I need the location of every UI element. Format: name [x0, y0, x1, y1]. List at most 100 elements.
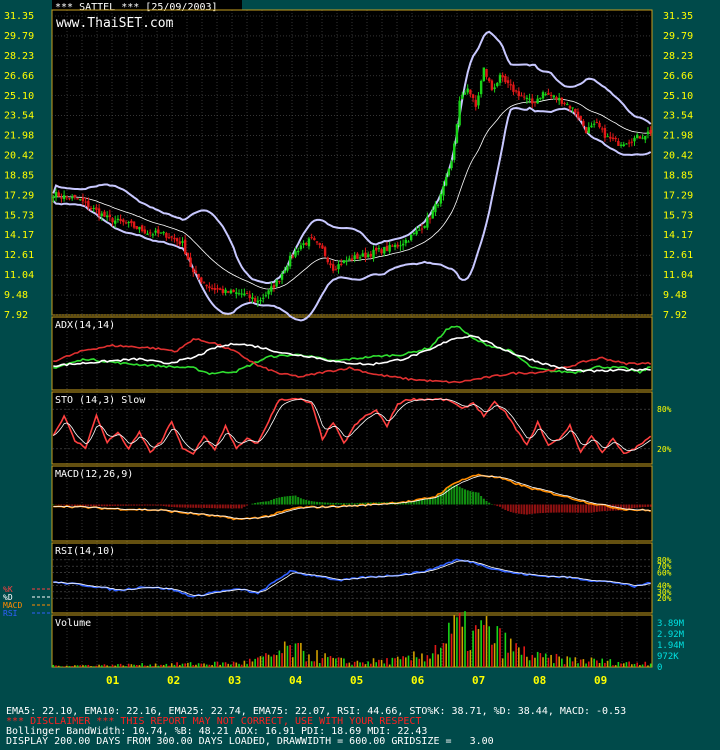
volume-bar: [480, 620, 482, 667]
candle-body: [235, 292, 238, 294]
candle-body: [251, 297, 254, 300]
volume-bar: [114, 665, 117, 667]
volume-bar: [375, 662, 378, 667]
volume-bar: [259, 656, 262, 667]
candle-body: [539, 97, 542, 99]
volume-bar: [531, 654, 534, 667]
candle-body: [377, 248, 381, 250]
price-tick-left: 29.79: [4, 31, 34, 42]
volume-bar: [232, 661, 235, 667]
candle-body: [415, 230, 418, 235]
volume-bar: [491, 644, 493, 667]
volume-bar: [625, 662, 628, 667]
candle-body: [302, 243, 305, 245]
volume-bar: [98, 664, 100, 667]
candle-body: [479, 80, 483, 95]
price-tick-right: 25.10: [663, 91, 693, 102]
volume-bar: [335, 658, 337, 667]
volume-bar: [359, 662, 361, 667]
macd-histogram-bar: [254, 503, 257, 505]
volume-title: Volume: [55, 618, 91, 629]
volume-bar: [579, 659, 582, 667]
macd-histogram-bar: [272, 498, 275, 505]
volume-bar: [213, 661, 216, 667]
candle-body: [154, 230, 157, 233]
candle-body: [157, 229, 160, 234]
volume-bar: [402, 656, 404, 667]
volume-bar: [512, 651, 515, 667]
candle-body: [380, 249, 383, 254]
volume-bar: [555, 653, 558, 667]
tick-rsi: 20%: [657, 594, 672, 603]
candle-body: [270, 286, 273, 292]
macd-histogram-bar: [482, 498, 485, 505]
volume-bar: [418, 658, 421, 667]
macd-histogram-bar: [633, 504, 636, 508]
volume-bar: [222, 662, 224, 667]
macd-histogram-bar: [297, 497, 300, 505]
candle-body: [62, 195, 66, 200]
macd-histogram-bar: [539, 504, 542, 514]
volume-bar: [596, 660, 598, 667]
volume-bar: [100, 665, 103, 667]
candle-body: [259, 299, 262, 301]
candle-body: [331, 264, 335, 271]
candle-body: [544, 94, 547, 96]
candle-body: [165, 233, 168, 238]
volume-tick: 0: [657, 663, 662, 673]
candle-body: [124, 222, 128, 224]
macd-histogram-bar: [334, 503, 337, 505]
candle-body: [294, 251, 297, 257]
macd-histogram-bar: [194, 504, 197, 508]
volume-bar: [644, 661, 647, 667]
price-tick-left: 14.17: [4, 230, 34, 241]
macd-histogram-bar: [646, 504, 649, 507]
volume-bar: [361, 662, 364, 667]
macd-histogram-bar: [523, 504, 526, 515]
volume-tick: 2.92M: [657, 630, 685, 640]
candle-body: [501, 75, 504, 78]
candle-body: [385, 245, 389, 251]
volume-bar: [195, 664, 197, 667]
macd-histogram-bar: [291, 495, 294, 505]
candle-body: [275, 279, 278, 287]
volume-bar: [119, 663, 122, 667]
macd-histogram-bar: [251, 503, 254, 505]
volume-bar: [106, 665, 108, 667]
volume-bar: [434, 645, 437, 667]
candle-body: [514, 90, 518, 92]
candle-body: [245, 293, 249, 295]
macd-histogram-bar: [571, 504, 574, 513]
volume-bar: [297, 642, 299, 667]
candle-body: [407, 241, 410, 243]
candle-body: [450, 161, 453, 169]
volume-bar: [157, 665, 160, 667]
macd-histogram-bar: [124, 504, 127, 506]
macd-histogram-bar: [52, 504, 55, 505]
price-tick-left: 11.04: [4, 270, 34, 281]
candle-body: [224, 289, 227, 293]
candle-body: [442, 185, 445, 196]
candle-body: [601, 128, 604, 130]
volume-bar: [353, 661, 356, 667]
volume-bar: [647, 665, 649, 667]
volume-bar: [162, 665, 165, 667]
volume-bar: [388, 664, 391, 667]
volume-bar: [372, 658, 375, 667]
volume-bar: [68, 666, 71, 667]
candle-body: [404, 239, 408, 244]
volume-bar: [609, 659, 612, 667]
candle-body: [342, 260, 346, 264]
macd-histogram-bar: [453, 485, 456, 505]
candle-body: [248, 294, 251, 299]
volume-bar: [442, 643, 445, 667]
candle-body: [216, 288, 219, 290]
candle-body: [345, 260, 348, 262]
volume-bar: [633, 663, 636, 667]
price-tick-right: 28.23: [663, 51, 693, 62]
macd-histogram-bar: [504, 504, 507, 510]
candle-body: [127, 222, 130, 224]
candle-body: [68, 198, 71, 200]
volume-bar: [227, 663, 230, 667]
macd-histogram-bar: [122, 504, 125, 506]
